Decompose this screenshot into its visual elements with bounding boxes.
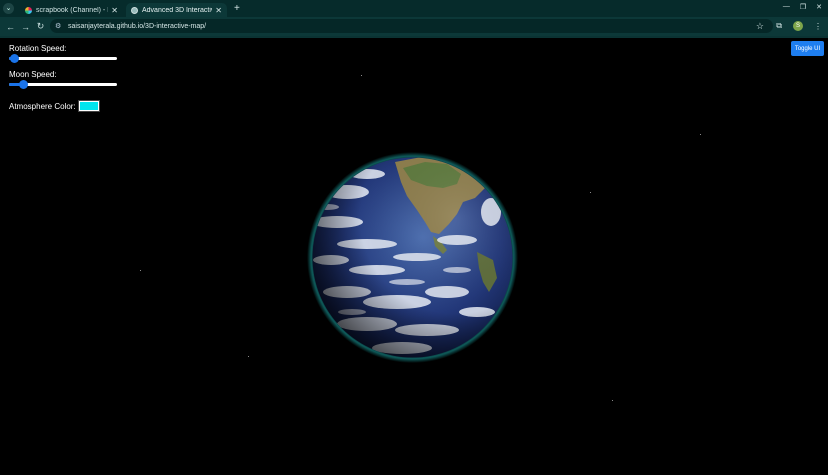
tab-title: Advanced 3D Interactive	[142, 6, 213, 14]
earth-icon	[307, 152, 518, 363]
extensions-icon[interactable]: ⧉	[776, 21, 782, 31]
menu-icon[interactable]: ⋮	[814, 22, 822, 31]
address-bar[interactable]: ⚙ saisanjayterala.github.io/3D-interacti…	[50, 19, 773, 33]
reload-icon[interactable]: ↻	[33, 21, 48, 32]
browser-toolbar: ← → ↻ ⚙ saisanjayterala.github.io/3D-int…	[0, 17, 828, 36]
star	[700, 134, 701, 135]
star	[590, 192, 591, 193]
atmosphere-color-label: Atmosphere Color:	[9, 101, 76, 111]
rotation-speed-label: Rotation Speed:	[9, 44, 67, 53]
tab-strip: ⌄ scrapbook (Channel) - H... ✕ Advanced …	[0, 0, 828, 17]
close-icon[interactable]: ✕	[111, 6, 118, 15]
back-icon[interactable]: ←	[3, 22, 18, 32]
earth-globe[interactable]	[307, 152, 518, 363]
forward-icon[interactable]: →	[18, 22, 33, 32]
atmosphere-color-picker[interactable]	[77, 100, 100, 112]
star	[140, 270, 141, 271]
globe-favicon-icon	[131, 6, 138, 14]
slider-thumb[interactable]	[19, 80, 29, 89]
tab-scrapbook[interactable]: scrapbook (Channel) - H... ✕	[20, 3, 123, 17]
star	[248, 356, 249, 357]
slider-thumb[interactable]	[10, 54, 20, 63]
moon-speed-slider[interactable]	[9, 80, 117, 89]
tab-list-icon[interactable]: ⌄	[3, 3, 14, 14]
tab-title: scrapbook (Channel) - H...	[36, 6, 108, 14]
window-controls: — ❐ ✕	[783, 3, 822, 11]
star	[612, 400, 613, 401]
url-text: saisanjayterala.github.io/3D-interactive…	[68, 22, 207, 30]
toggle-ui-button[interactable]: Toggle UI	[791, 41, 824, 56]
rotation-speed-slider[interactable]	[9, 54, 117, 63]
new-tab-icon[interactable]: +	[234, 3, 240, 14]
site-info-icon[interactable]: ⚙	[55, 22, 65, 30]
close-icon[interactable]: ✕	[816, 3, 822, 11]
tab-3d-map[interactable]: Advanced 3D Interactive ✕	[126, 3, 227, 17]
maximize-icon[interactable]: ❐	[800, 3, 806, 11]
favicon-icon	[25, 6, 32, 14]
bookmark-star-icon[interactable]: ☆	[756, 21, 764, 32]
star	[361, 75, 362, 76]
minimize-icon[interactable]: —	[783, 3, 790, 11]
moon-speed-label: Moon Speed:	[9, 70, 57, 79]
close-icon[interactable]: ✕	[215, 6, 222, 15]
avatar[interactable]: S	[793, 21, 803, 31]
scene-viewport[interactable]: Rotation Speed: Moon Speed: Atmosphere C…	[0, 38, 828, 475]
controls-panel: Rotation Speed: Moon Speed: Atmosphere C…	[9, 44, 117, 112]
